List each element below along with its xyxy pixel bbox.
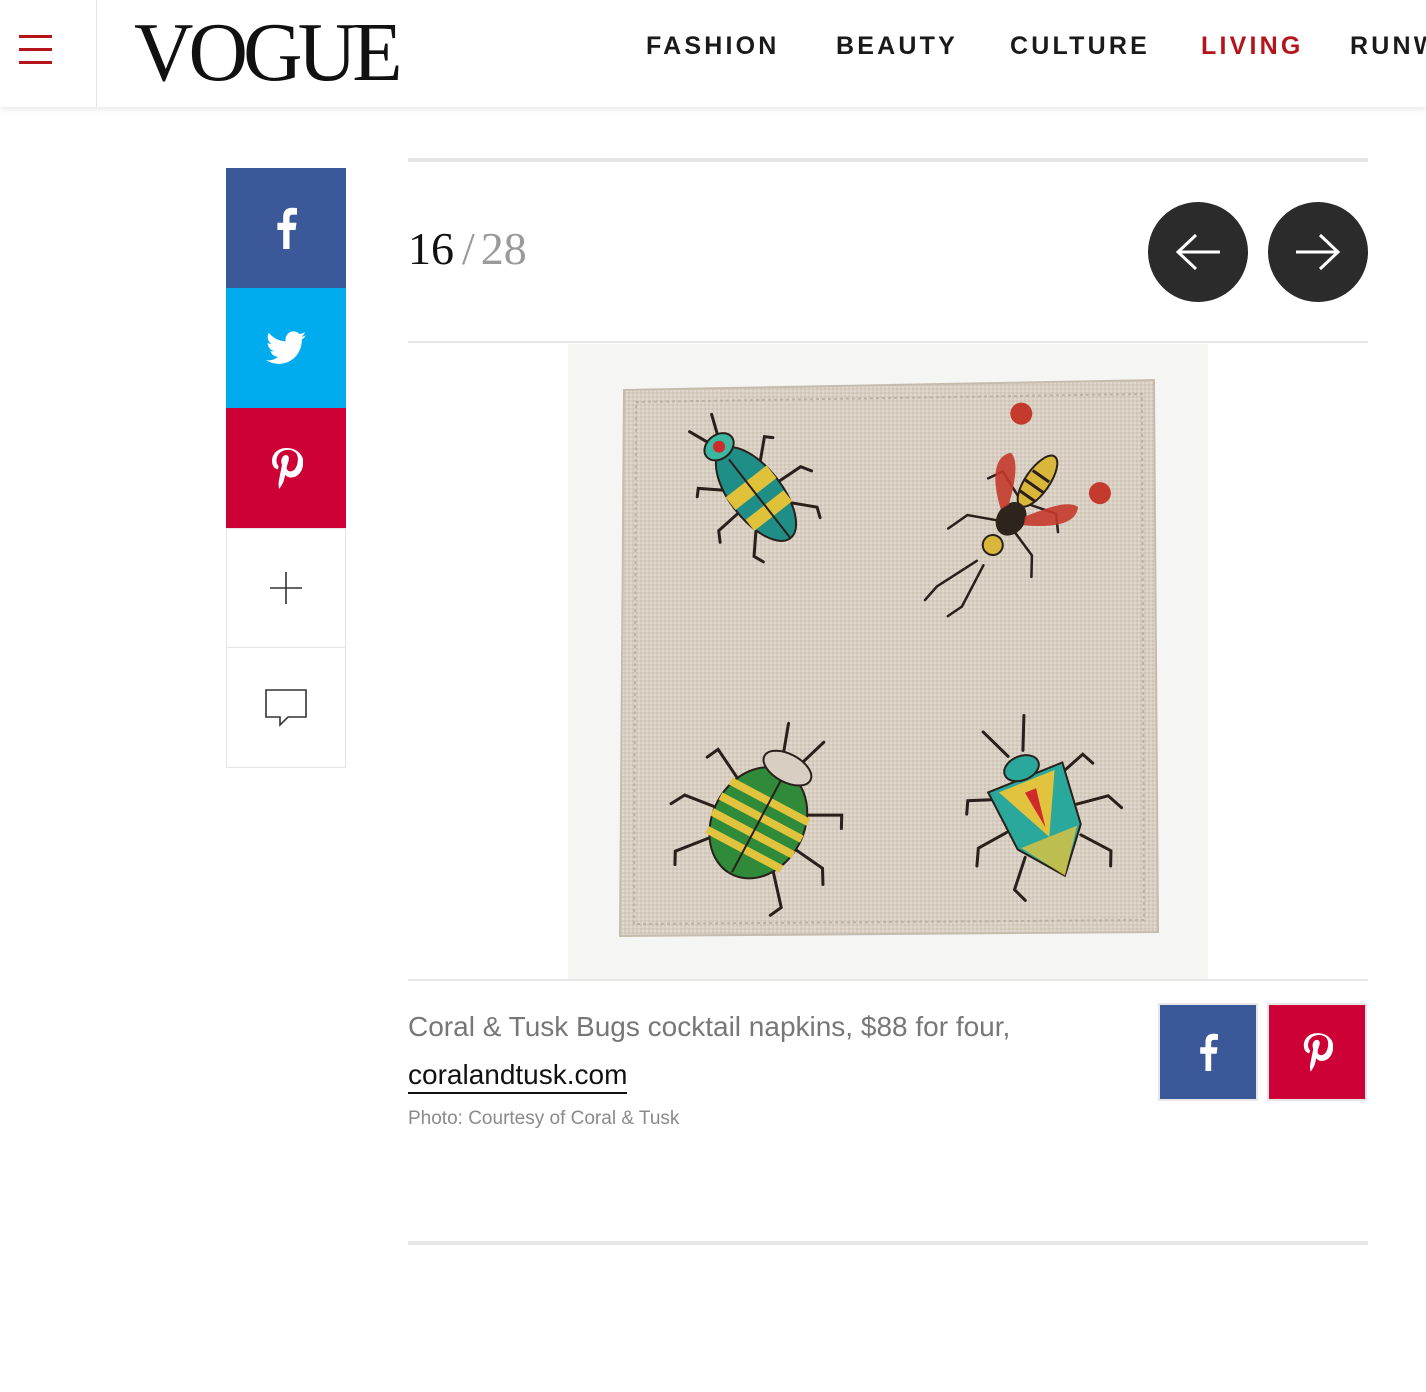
slide-total: 28 [480,223,527,274]
share-twitter-button[interactable] [226,288,346,408]
retailer-link[interactable]: coralandtusk.com [408,1059,628,1094]
next-slide-button[interactable] [1268,202,1368,302]
share-pinterest-button[interactable] [226,408,346,528]
slide-counter: 16/28 [408,222,527,282]
slide-separator: / [462,223,475,274]
photo-credit: Photo: Courtesy of Coral & Tusk [408,1108,680,1129]
divider-bottom [408,1241,1368,1245]
pinterest-icon [272,448,303,489]
slide-current: 16 [408,223,454,274]
nav-beauty[interactable]: BEAUTY [836,32,958,61]
hamburger-menu-icon[interactable] [0,0,97,107]
share-rail [226,168,346,768]
comment-button[interactable] [226,648,346,768]
share-facebook-button[interactable] [226,168,346,288]
nav-living[interactable]: LIVING [1201,32,1304,61]
divider-top [408,158,1368,162]
facebook-icon [277,207,297,249]
nav-runway[interactable]: RUNWAY [1350,32,1426,61]
facebook-icon [1200,1033,1218,1071]
more-share-button[interactable] [226,528,346,648]
divider-above-photo [408,341,1368,343]
slide-caption: Coral & Tusk Bugs cocktail napkins, $88 … [408,1003,1128,1099]
divider-below-photo [408,979,1368,981]
nav-culture[interactable]: CULTURE [1010,32,1150,61]
prev-slide-button[interactable] [1148,202,1248,302]
share-slide-facebook-button[interactable] [1158,1003,1258,1101]
nav-fashion[interactable]: FASHION [646,32,780,61]
pinterest-icon [1303,1033,1333,1072]
caption-text: Coral & Tusk Bugs cocktail napkins, $88 … [408,1011,1011,1042]
vogue-logo[interactable]: VOGUE [134,10,402,96]
plus-icon [270,572,302,604]
arrow-left-icon [1175,233,1220,271]
napkin-image [618,378,1160,938]
slide-photo [568,344,1208,980]
twitter-icon [266,331,306,364]
comment-icon [265,688,307,727]
share-slide-pinterest-button[interactable] [1267,1003,1367,1101]
site-header: VOGUE FASHION BEAUTY CULTURE LIVING RUNW… [0,0,1426,107]
arrow-right-icon [1296,233,1341,271]
